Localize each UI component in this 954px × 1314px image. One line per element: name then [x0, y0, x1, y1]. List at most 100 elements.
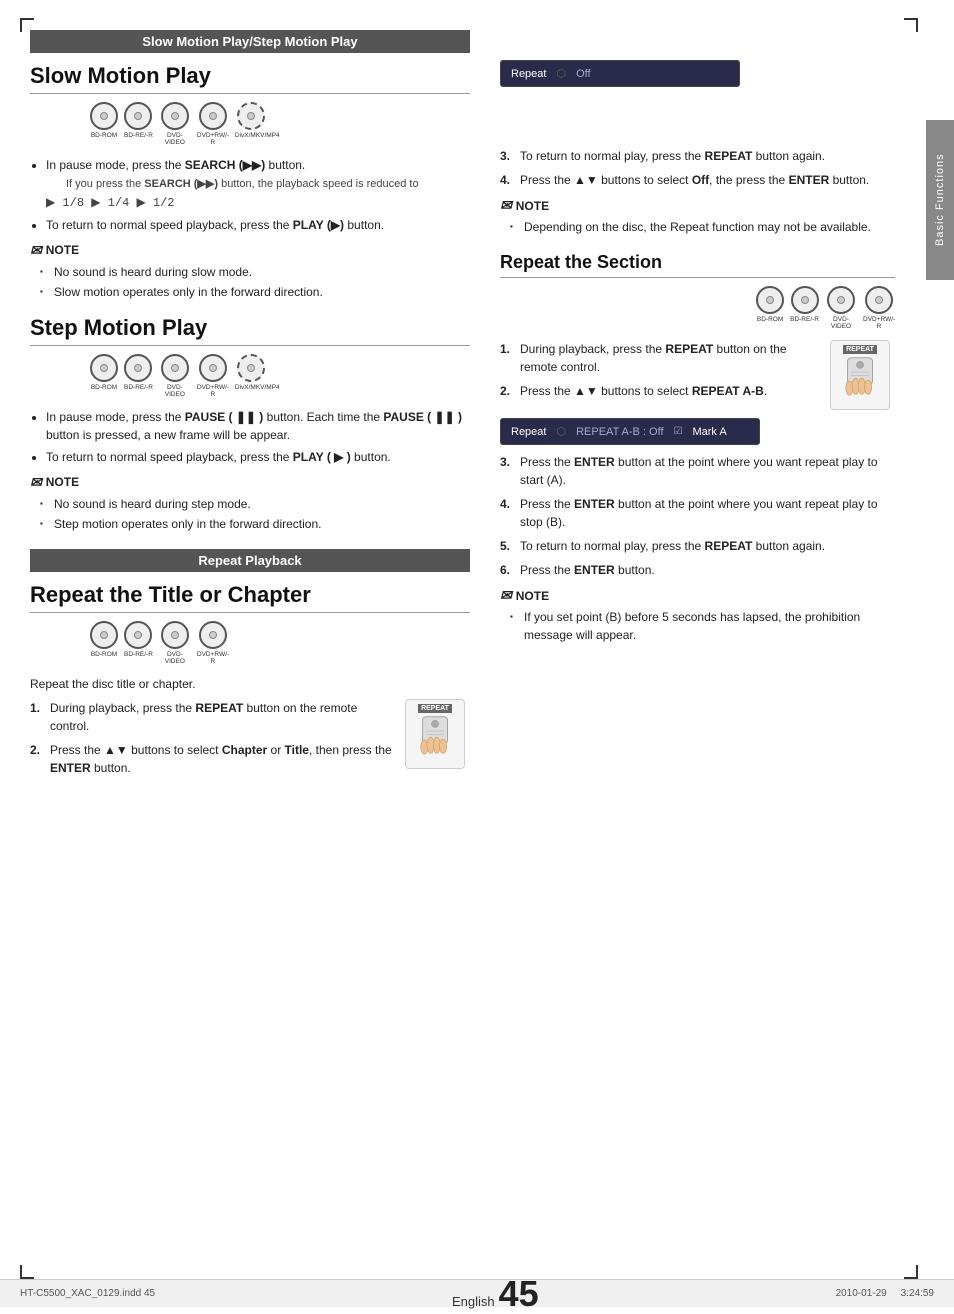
step-note-1: No sound is heard during step mode. — [40, 495, 470, 513]
step-note-items: No sound is heard during step mode. Step… — [30, 495, 470, 533]
disc-icon-divx: DivX/MKV/MP4 — [235, 102, 267, 146]
disc-label-rs2: BD-RE/-R — [790, 316, 819, 323]
disc-label-tc2: BD-RE/-R — [124, 651, 153, 658]
slow-note-1: No sound is heard during slow mode. — [40, 263, 470, 281]
slow-motion-note-header: ✉ NOTE — [30, 242, 470, 259]
disc-icon-rs3: DVD-VIDEO — [825, 286, 857, 330]
ab-value: REPEAT A-B : Off — [576, 426, 663, 438]
disc-icon-bdrom-step: BD-ROM — [90, 354, 118, 398]
disc-label-step1: BD-ROM — [91, 384, 117, 391]
right-step3-num: 3. — [500, 147, 516, 165]
step2-text: Press the ▲▼ buttons to select Chapter o… — [50, 741, 397, 777]
rs-step1-text: During playback, press the REPEAT button… — [520, 340, 824, 376]
slow-note-items: No sound is heard during slow mode. Slow… — [30, 263, 470, 301]
mark-a-label: Mark A — [692, 426, 726, 438]
mark-a-icon: ☑ — [674, 426, 683, 437]
disc-icon-tc1: BD-ROM — [90, 621, 118, 665]
step-motion-bullets: In pause mode, press the PAUSE ( ❚❚ ) bu… — [30, 408, 470, 466]
slow-note-2: Slow motion operates only in the forward… — [40, 283, 470, 301]
bottom-bar: HT-C5500_XAC_0129.indd 45 English 45 201… — [0, 1279, 954, 1307]
right-note-top-1: Depending on the disc, the Repeat functi… — [510, 218, 895, 236]
rs-step-1: 1. During playback, press the REPEAT but… — [500, 340, 824, 376]
screen-off-value: Off — [576, 68, 590, 80]
note-icon-rs: ✉ — [500, 587, 512, 604]
page-number: 45 — [499, 1276, 539, 1312]
repeat-section-steps-area: 1. During playback, press the REPEAT but… — [500, 340, 895, 410]
disc-label-tc3: DVD-VIDEO — [159, 651, 191, 665]
rs-step5-text: To return to normal play, press the REPE… — [520, 537, 825, 555]
page-time: 3:24:59 — [901, 1288, 934, 1299]
rs-remote-label: REPEAT — [843, 345, 877, 354]
step-bullet-1: In pause mode, press the PAUSE ( ❚❚ ) bu… — [46, 408, 470, 444]
right-note-top-label: NOTE — [516, 199, 549, 213]
corner-mark-tr — [904, 18, 918, 32]
disc-label-step3: DVD-VIDEO — [159, 384, 191, 398]
left-column: Slow Motion Play/Step Motion Play Slow M… — [30, 30, 490, 783]
disc-label-bdrer: BD-RE/-R — [124, 132, 153, 139]
rs-step4-text: Press the ENTER button at the point wher… — [520, 495, 895, 531]
ab-repeat-label: Repeat — [511, 426, 546, 438]
right-step-4: 4. Press the ▲▼ buttons to select Off, t… — [500, 171, 895, 189]
rs-step-4: 4. Press the ENTER button at the point w… — [500, 495, 895, 531]
disc-circle-rs4 — [865, 286, 893, 314]
right-note-top: ✉ NOTE Depending on the disc, the Repeat… — [500, 197, 895, 236]
slow-motion-title: Slow Motion Play — [30, 63, 470, 94]
page-date: 2010-01-29 — [836, 1288, 887, 1299]
page-container: Basic Functions Slow Motion Play/Step Mo… — [0, 0, 954, 1307]
disc-icon-dvd-step: DVD-VIDEO — [159, 354, 191, 398]
rs-remote-hand: REPEAT — [830, 340, 890, 410]
disc-circle-bdrom — [90, 102, 118, 130]
rs-step1-num: 1. — [500, 340, 516, 376]
disc-circle-rs3 — [827, 286, 855, 314]
right-column: Repeat ⬡ Off 3. To return to normal play… — [490, 30, 930, 783]
rs-step3-num: 3. — [500, 453, 516, 489]
disc-icon-dvdrw-step: DVD+RW/-R — [197, 354, 229, 398]
disc-label-bdrom: BD-ROM — [91, 132, 117, 139]
disc-icon-dvdrw: DVD+RW/-R — [197, 102, 229, 146]
rs-hand-svg — [838, 356, 883, 405]
step-motion-note: ✉ NOTE No sound is heard during step mod… — [30, 474, 470, 533]
repeat-section-steps2: 3. Press the ENTER button at the point w… — [500, 453, 895, 579]
slow-bullet-1-sub: If you press the SEARCH (▶▶) button, the… — [46, 178, 419, 209]
repeat-remote-hand: REPEAT — [405, 699, 465, 769]
right-steps-top: 3. To return to normal play, press the R… — [500, 147, 895, 189]
disc-circle-tc1 — [90, 621, 118, 649]
disc-icon-rs1: BD-ROM — [756, 286, 784, 330]
rs-remote-img: REPEAT — [830, 340, 895, 410]
right-step4-num: 4. — [500, 171, 516, 189]
note-icon-slow: ✉ — [30, 242, 42, 259]
disc-circle-step4 — [199, 354, 227, 382]
disc-icon-tc4: DVD+RW/-R — [197, 621, 229, 665]
rs-step6-num: 6. — [500, 561, 516, 579]
disc-icon-bdrom: BD-ROM — [90, 102, 118, 146]
step1-num: 1. — [30, 699, 46, 735]
slow-note-label: NOTE — [46, 243, 79, 257]
disc-circle-dvdrw — [199, 102, 227, 130]
disc-icon-divx-step: DivX/MKV/MP4 — [235, 354, 267, 398]
disc-icon-tc3: DVD-VIDEO — [159, 621, 191, 665]
step-bullet-2: To return to normal speed playback, pres… — [46, 448, 470, 466]
right-step4-text: Press the ▲▼ buttons to select Off, the … — [520, 171, 869, 189]
repeat-section-note-header: ✉ NOTE — [500, 587, 895, 604]
step-note-2: Step motion operates only in the forward… — [40, 515, 470, 533]
rs-step5-num: 5. — [500, 537, 516, 555]
rs-step-3: 3. Press the ENTER button at the point w… — [500, 453, 895, 489]
repeat-playback-header-bar: Repeat Playback — [30, 549, 470, 572]
disc-label-step4: DVD+RW/-R — [197, 384, 229, 398]
page-language: English — [452, 1294, 495, 1309]
disc-icon-rs2: BD-RE/-R — [790, 286, 819, 330]
repeat-tc-steps-area: REPEAT — [30, 699, 470, 777]
rs-note-label: NOTE — [516, 589, 549, 603]
corner-mark-bl — [20, 1265, 34, 1279]
step-motion-title: Step Motion Play — [30, 315, 470, 346]
rs-step4-num: 4. — [500, 495, 516, 531]
repeat-section-disc-icons: BD-ROM BD-RE/-R DVD-VIDEO DVD+RW/-R — [500, 286, 895, 330]
disc-label-step5: DivX/MKV/MP4 — [235, 384, 267, 391]
slow-bullet-2: To return to normal speed playback, pres… — [46, 216, 470, 234]
rs-note-1: If you set point (B) before 5 seconds ha… — [510, 608, 895, 644]
rs-step-6: 6. Press the ENTER button. — [500, 561, 895, 579]
right-note-top-header: ✉ NOTE — [500, 197, 895, 214]
disc-circle-bdrer — [124, 102, 152, 130]
chapter-title-tab: Basic Functions — [934, 154, 946, 247]
disc-icon-bdrer-step: BD-RE/-R — [124, 354, 153, 398]
